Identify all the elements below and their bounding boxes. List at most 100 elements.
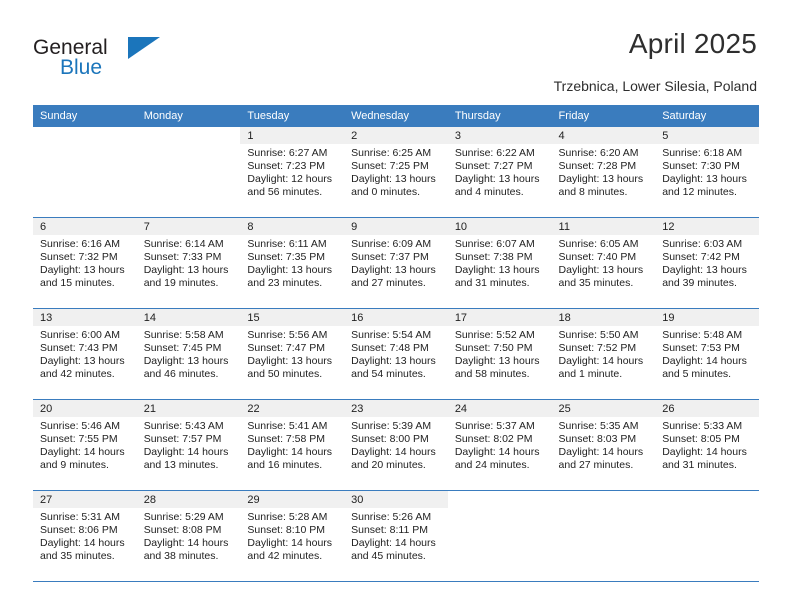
day-number: 8 xyxy=(240,218,345,235)
calendar-cell[interactable]: 15 Sunrise: 5:56 AM Sunset: 7:47 PM Dayligh… xyxy=(240,308,345,400)
day-cell xyxy=(447,491,552,581)
day-details: Sunrise: 6:18 AM Sunset: 7:30 PM Daylight:… xyxy=(655,144,759,199)
calendar-cell[interactable]: 16 Sunrise: 5:54 AM Sunset: 7:48 PM Dayligh… xyxy=(344,308,448,400)
sunset-time: Sunset: 7:35 PM xyxy=(247,251,326,263)
sunrise-time: Sunrise: 5:48 AM xyxy=(662,329,743,341)
day-number xyxy=(33,127,137,144)
calendar-cell[interactable]: 19 Sunrise: 5:48 AM Sunset: 7:53 PM Dayligh… xyxy=(655,308,759,400)
day-cell: 12 Sunrise: 6:03 AM Sunset: 7:42 PM Dayligh… xyxy=(655,218,759,308)
daylight-duration: Daylight: 12 hours and 56 minutes. xyxy=(247,173,333,198)
day-cell: 13 Sunrise: 6:00 AM Sunset: 7:43 PM Dayligh… xyxy=(33,309,137,399)
calendar-cell[interactable]: 24 Sunrise: 5:37 AM Sunset: 8:02 PM Dayligh… xyxy=(447,399,552,491)
day-cell: 28 Sunrise: 5:29 AM Sunset: 8:08 PM Dayligh… xyxy=(136,491,241,581)
calendar-cell[interactable]: 30 Sunrise: 5:26 AM Sunset: 8:11 PM Dayligh… xyxy=(344,490,448,582)
daylight-duration: Daylight: 13 hours and 58 minutes. xyxy=(454,355,540,380)
day-cell: 11 Sunrise: 6:05 AM Sunset: 7:40 PM Dayligh… xyxy=(551,218,656,308)
calendar-cell[interactable]: 8 Sunrise: 6:11 AM Sunset: 7:35 PM Daylight… xyxy=(240,217,345,309)
day-details: Sunrise: 6:11 AM Sunset: 7:35 PM Daylight:… xyxy=(240,235,344,290)
day-cell: 5 Sunrise: 6:18 AM Sunset: 7:30 PM Daylight… xyxy=(655,127,759,217)
calendar-cell[interactable]: 3 Sunrise: 6:22 AM Sunset: 7:27 PM Daylight… xyxy=(447,127,552,218)
day-cell: 29 Sunrise: 5:28 AM Sunset: 8:10 PM Dayligh… xyxy=(240,491,345,581)
sunrise-time: Sunrise: 6:07 AM xyxy=(454,238,535,250)
day-number: 2 xyxy=(344,127,448,144)
sunrise-time: Sunrise: 6:00 AM xyxy=(40,329,120,341)
day-number: 21 xyxy=(136,400,241,417)
calendar-cell[interactable]: 23 Sunrise: 5:39 AM Sunset: 8:00 PM Dayligh… xyxy=(344,399,448,491)
daylight-duration: Daylight: 13 hours and 50 minutes. xyxy=(247,355,333,380)
day-details: Sunrise: 6:09 AM Sunset: 7:37 PM Daylight:… xyxy=(344,235,448,290)
day-details: Sunrise: 5:58 AM Sunset: 7:45 PM Daylight:… xyxy=(137,326,241,381)
calendar-cell[interactable]: 1 Sunrise: 6:27 AM Sunset: 7:23 PM Daylight… xyxy=(240,127,345,218)
day-details: Sunrise: 5:33 AM Sunset: 8:05 PM Daylight:… xyxy=(655,417,759,472)
day-number: 30 xyxy=(344,491,448,508)
daylight-duration: Daylight: 14 hours and 42 minutes. xyxy=(247,537,333,562)
calendar-cell[interactable]: 13 Sunrise: 6:00 AM Sunset: 7:43 PM Dayligh… xyxy=(33,308,137,400)
day-cell: 9 Sunrise: 6:09 AM Sunset: 7:37 PM Daylight… xyxy=(344,218,448,308)
calendar-cell[interactable]: 12 Sunrise: 6:03 AM Sunset: 7:42 PM Dayligh… xyxy=(655,217,759,309)
sunrise-time: Sunrise: 5:58 AM xyxy=(143,329,224,341)
day-number: 28 xyxy=(136,491,241,508)
sunrise-time: Sunrise: 6:16 AM xyxy=(40,238,120,250)
calendar-cell[interactable]: 7 Sunrise: 6:14 AM Sunset: 7:33 PM Daylight… xyxy=(136,217,241,309)
day-number: 4 xyxy=(551,127,656,144)
sunrise-time: Sunrise: 5:54 AM xyxy=(351,329,432,341)
day-details: Sunrise: 6:22 AM Sunset: 7:27 PM Daylight:… xyxy=(448,144,552,199)
calendar-cell[interactable]: 17 Sunrise: 5:52 AM Sunset: 7:50 PM Dayligh… xyxy=(447,308,552,400)
daylight-duration: Daylight: 13 hours and 8 minutes. xyxy=(558,173,644,198)
calendar-cell[interactable]: 27 Sunrise: 5:31 AM Sunset: 8:06 PM Dayligh… xyxy=(33,490,137,582)
sunset-time: Sunset: 8:11 PM xyxy=(351,524,428,536)
weekday-header-monday: Monday xyxy=(136,105,241,127)
calendar-cell[interactable]: 21 Sunrise: 5:43 AM Sunset: 7:57 PM Dayligh… xyxy=(136,399,241,491)
calendar-cell[interactable]: 5 Sunrise: 6:18 AM Sunset: 7:30 PM Daylight… xyxy=(655,127,759,218)
sunset-time: Sunset: 7:32 PM xyxy=(40,251,118,263)
daylight-duration: Daylight: 13 hours and 27 minutes. xyxy=(351,264,436,289)
day-number: 29 xyxy=(240,491,345,508)
day-cell xyxy=(655,491,759,581)
day-number: 20 xyxy=(33,400,137,417)
sunset-time: Sunset: 7:40 PM xyxy=(558,251,637,263)
blue-triangle-icon xyxy=(128,37,160,59)
brand-logo[interactable]: General Blue xyxy=(33,36,233,86)
calendar-cell[interactable]: 4 Sunrise: 6:20 AM Sunset: 7:28 PM Daylight… xyxy=(551,127,656,218)
calendar-cell[interactable]: 26 Sunrise: 5:33 AM Sunset: 8:05 PM Dayligh… xyxy=(655,399,759,491)
calendar-cell[interactable]: 2 Sunrise: 6:25 AM Sunset: 7:25 PM Daylight… xyxy=(344,127,448,218)
sunrise-time: Sunrise: 5:37 AM xyxy=(454,420,535,432)
daylight-duration: Daylight: 13 hours and 54 minutes. xyxy=(351,355,436,380)
sunrise-time: Sunrise: 6:03 AM xyxy=(662,238,743,250)
daylight-duration: Daylight: 13 hours and 42 minutes. xyxy=(40,355,125,380)
day-number: 13 xyxy=(33,309,137,326)
daylight-duration: Daylight: 14 hours and 20 minutes. xyxy=(351,446,436,471)
page-header: General Blue April 2025 Trzebnica, Lower… xyxy=(33,28,757,98)
daylight-duration: Daylight: 13 hours and 12 minutes. xyxy=(662,173,747,198)
calendar-cell[interactable]: 10 Sunrise: 6:07 AM Sunset: 7:38 PM Dayligh… xyxy=(447,217,552,309)
sunrise-time: Sunrise: 6:05 AM xyxy=(558,238,639,250)
daylight-duration: Daylight: 13 hours and 15 minutes. xyxy=(40,264,125,289)
sunrise-time: Sunrise: 6:14 AM xyxy=(143,238,224,250)
day-number: 12 xyxy=(655,218,759,235)
day-details: Sunrise: 5:46 AM Sunset: 7:55 PM Daylight:… xyxy=(33,417,137,472)
calendar-cell[interactable]: 28 Sunrise: 5:29 AM Sunset: 8:08 PM Dayligh… xyxy=(136,490,241,582)
calendar-cell[interactable]: 9 Sunrise: 6:09 AM Sunset: 7:37 PM Daylight… xyxy=(344,217,448,309)
day-cell: 2 Sunrise: 6:25 AM Sunset: 7:25 PM Daylight… xyxy=(344,127,448,217)
daylight-duration: Daylight: 14 hours and 24 minutes. xyxy=(454,446,540,471)
calendar-cell[interactable]: 14 Sunrise: 5:58 AM Sunset: 7:45 PM Dayligh… xyxy=(136,308,241,400)
calendar-week-row: 1 Sunrise: 6:27 AM Sunset: 7:23 PM Daylight… xyxy=(33,127,759,218)
sunrise-time: Sunrise: 6:18 AM xyxy=(662,147,743,159)
day-cell: 17 Sunrise: 5:52 AM Sunset: 7:50 PM Dayligh… xyxy=(447,309,552,399)
sunset-time: Sunset: 7:23 PM xyxy=(247,160,326,172)
calendar-week-row: 6 Sunrise: 6:16 AM Sunset: 7:32 PM Daylight… xyxy=(33,217,759,309)
day-details: Sunrise: 5:54 AM Sunset: 7:48 PM Daylight:… xyxy=(344,326,448,381)
day-number: 5 xyxy=(655,127,759,144)
calendar-cell[interactable]: 22 Sunrise: 5:41 AM Sunset: 7:58 PM Dayligh… xyxy=(240,399,345,491)
calendar-cell[interactable]: 29 Sunrise: 5:28 AM Sunset: 8:10 PM Dayligh… xyxy=(240,490,345,582)
daylight-duration: Daylight: 14 hours and 16 minutes. xyxy=(247,446,333,471)
day-details: Sunrise: 5:26 AM Sunset: 8:11 PM Daylight:… xyxy=(344,508,448,563)
calendar-cell[interactable]: 11 Sunrise: 6:05 AM Sunset: 7:40 PM Dayligh… xyxy=(551,217,656,309)
day-number xyxy=(136,127,241,144)
calendar-cell[interactable]: 25 Sunrise: 5:35 AM Sunset: 8:03 PM Dayligh… xyxy=(551,399,656,491)
weekday-header-friday: Friday xyxy=(551,105,656,127)
calendar-cell[interactable]: 18 Sunrise: 5:50 AM Sunset: 7:52 PM Dayligh… xyxy=(551,308,656,400)
day-number: 1 xyxy=(240,127,345,144)
calendar-cell[interactable]: 20 Sunrise: 5:46 AM Sunset: 7:55 PM Dayligh… xyxy=(33,399,137,491)
calendar-cell[interactable]: 6 Sunrise: 6:16 AM Sunset: 7:32 PM Daylight… xyxy=(33,217,137,309)
